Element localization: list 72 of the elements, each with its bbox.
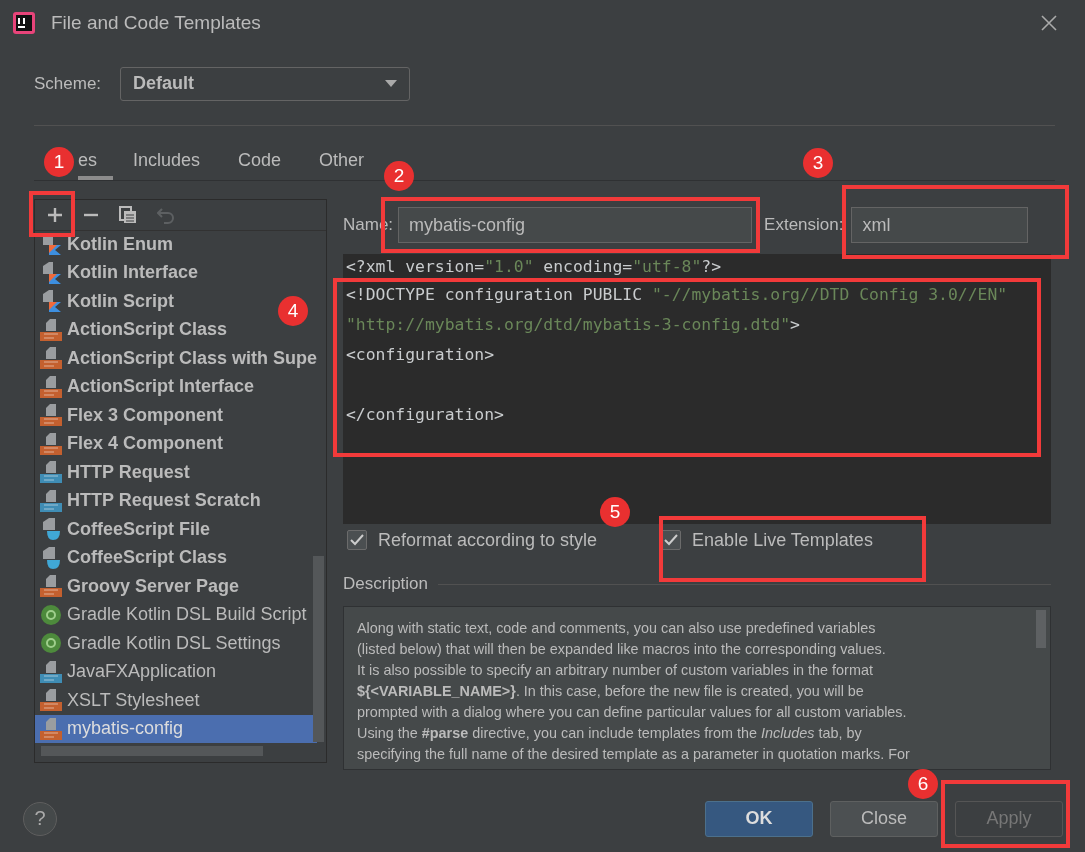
copy-icon[interactable] (119, 206, 137, 224)
checkbox[interactable] (347, 530, 367, 550)
extension-field[interactable]: xml (851, 207, 1029, 243)
file-type-icon (40, 347, 62, 370)
template-item[interactable]: CoffeeScript File (35, 515, 211, 544)
file-type-icon (40, 689, 62, 712)
extension-label: Extension: (764, 215, 844, 235)
code-line: </configuration> (346, 405, 504, 424)
template-item[interactable]: Flex 4 Component (35, 429, 223, 458)
code-line: <configuration> (346, 345, 495, 364)
dialog-button[interactable]: OK (705, 800, 813, 837)
file-type-icon (40, 432, 62, 455)
template-item[interactable]: ActionScript Class (35, 315, 228, 344)
file-type-icon (40, 318, 62, 341)
description-text: Along with static text, code and comments, you can also use predefined variables (listed below) that will then be expanded like macros into the corresponding values. It is also possible to specify an arbitrary number of custom variables in the format ${<VARIABLE_NAME>}. In this case, before the new file is created, you will be prompted with a dialog where you can define particular values for all custom variables. Using the #parse directive, you can include templates from the Includes tab, by specifying the full name of the desired template as a parameter in quotation marks. For (357, 619, 911, 764)
scrollbar-thumb[interactable] (41, 746, 263, 756)
kotlin-file-icon (40, 261, 62, 284)
dialog-button[interactable]: Close (830, 800, 938, 837)
code-line: <!DOCTYPE configuration PUBLIC "-//mybatis.org//DTD Config 3.0//EN" (346, 285, 1008, 304)
coffee-file-icon (40, 546, 62, 569)
code-line: <?xml version="1.0" encoding="utf-8"?> (346, 257, 721, 276)
checkbox[interactable] (661, 530, 682, 550)
file-type-icon (40, 575, 62, 598)
annotation-marker: 3 (803, 148, 833, 178)
file-type-icon (40, 660, 62, 683)
annotation-marker: 6 (908, 769, 938, 799)
coffee-file-icon (40, 518, 62, 541)
annotation-marker: 2 (384, 161, 414, 191)
template-item[interactable]: ActionScript Class with Supe (35, 344, 318, 373)
file-type-icon (40, 375, 62, 398)
caret-icon (385, 80, 398, 87)
template-item[interactable]: JavaFXApplication (35, 657, 217, 686)
template-item[interactable]: Kotlin Interface (35, 258, 199, 287)
code-line: "http://mybatis.org/dtd/mybatis-3-config.dtd"> (346, 315, 800, 334)
template-item[interactable]: mybatis-config (35, 714, 317, 743)
checkbox-label: Enable Live Templates (692, 529, 873, 551)
checkbox-label: Reformat according to style (378, 529, 598, 551)
template-item[interactable]: ActionScript Interface (35, 372, 255, 401)
name-field[interactable]: mybatis-config (398, 207, 753, 243)
file-type-icon (40, 489, 62, 512)
file-type-icon (40, 717, 62, 740)
description-heading: Description (343, 574, 429, 594)
gradle-file-icon (40, 604, 62, 625)
template-item[interactable]: Flex 3 Component (35, 401, 223, 430)
add-icon[interactable] (47, 207, 63, 223)
window-title: File and Code Templates (51, 11, 262, 34)
tab[interactable]: Other (319, 150, 365, 180)
template-item[interactable]: Gradle Kotlin DSL Build Script (35, 600, 307, 629)
template-item[interactable]: HTTP Request (35, 458, 190, 487)
template-item[interactable]: XSLT Stylesheet (35, 686, 200, 715)
template-item[interactable]: HTTP Request Scratch (35, 486, 261, 515)
tab[interactable]: es (78, 150, 113, 180)
gradle-file-icon (40, 633, 62, 654)
scrollbar-thumb[interactable] (1036, 610, 1046, 648)
scrollbar-thumb[interactable] (313, 556, 324, 742)
annotation-box (29, 191, 75, 237)
template-item[interactable]: Groovy Server Page (35, 572, 240, 601)
close-icon[interactable] (1041, 14, 1057, 31)
kotlin-file-icon (40, 290, 62, 313)
template-item[interactable]: Kotlin Enum (35, 230, 173, 259)
file-type-icon (40, 461, 62, 484)
template-item[interactable]: CoffeeScript Class (35, 543, 228, 572)
app-logo-icon (13, 11, 35, 34)
template-item[interactable]: Kotlin Script (35, 287, 174, 316)
file-type-icon (40, 404, 62, 427)
tab[interactable]: Includes (133, 150, 201, 180)
annotation-marker: 1 (44, 147, 74, 177)
scheme-dropdown[interactable]: Default (120, 66, 411, 101)
tab[interactable]: Code (238, 150, 282, 180)
scheme-label: Scheme: (34, 73, 102, 94)
template-item[interactable]: Gradle Kotlin DSL Settings (35, 629, 281, 658)
help-button[interactable]: ? (23, 801, 57, 836)
